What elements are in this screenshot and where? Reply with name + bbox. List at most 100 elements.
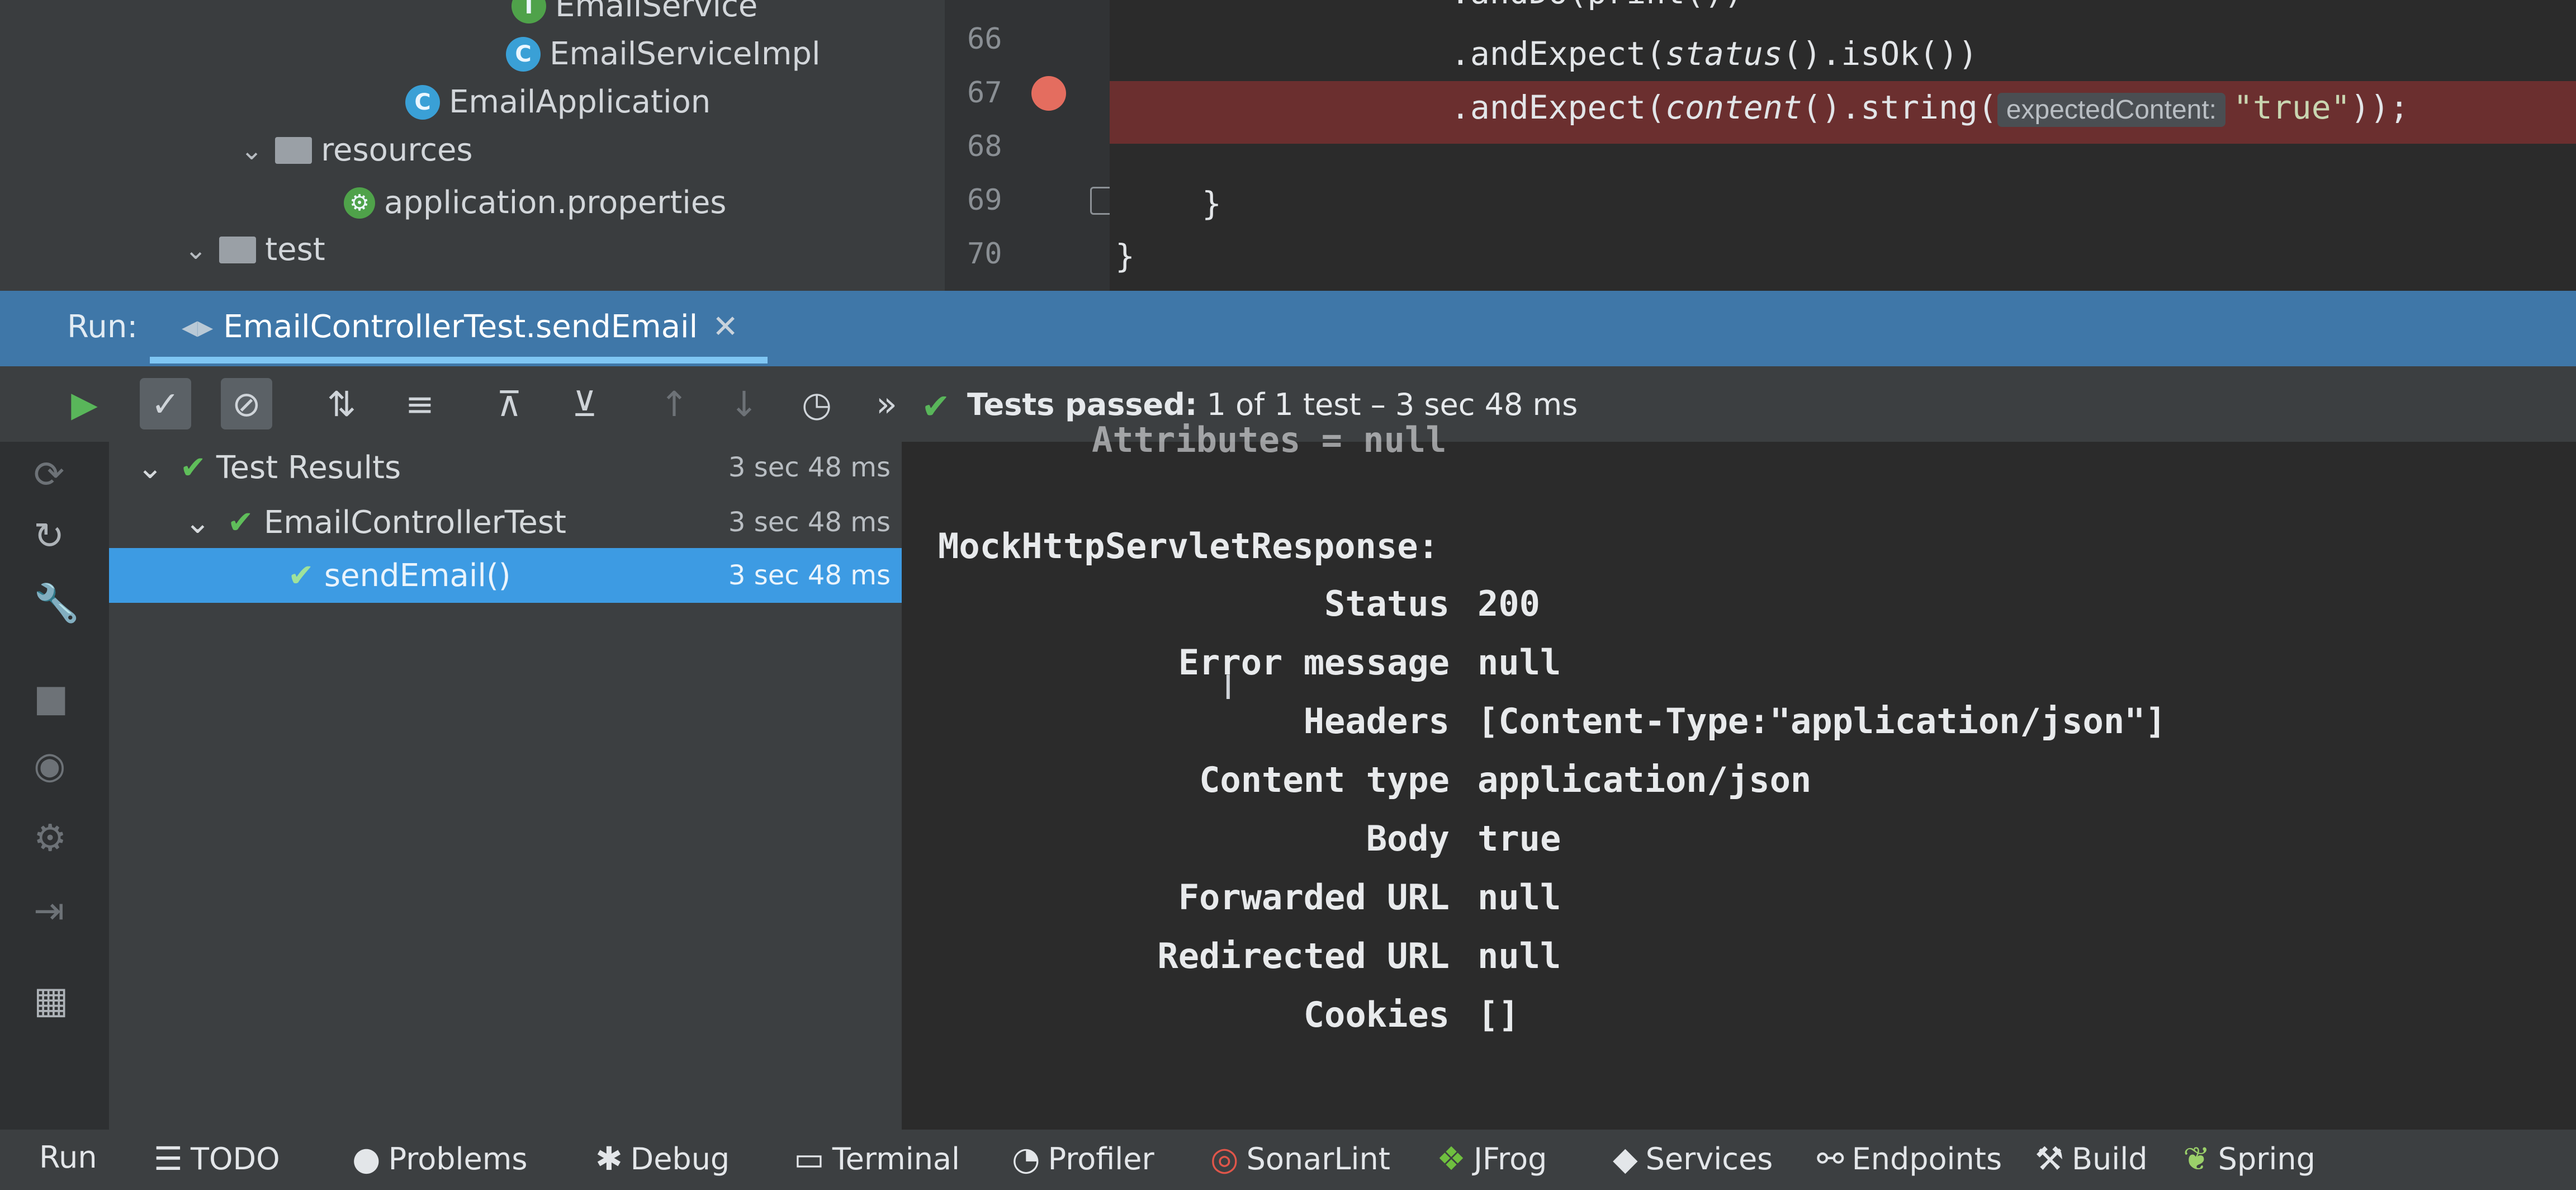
services-icon: ◆ (1613, 1140, 1638, 1178)
folder-icon (275, 136, 312, 164)
code-editor[interactable]: .andDo(print()) .andExpect(status().isOk… (1110, 0, 2576, 291)
sort-by-duration-icon[interactable]: ≡ (394, 378, 446, 429)
passed-check-icon: ✔ (227, 504, 254, 541)
test-name: EmailControllerTest (263, 504, 566, 541)
tab-terminal[interactable]: ▭ Terminal (794, 1140, 960, 1178)
camera-icon[interactable]: ◉ (34, 744, 66, 787)
tree-item-application-properties[interactable]: ⚙ application.properties (344, 185, 726, 221)
tab-build[interactable]: ⚒ Build (2035, 1140, 2148, 1178)
console-key: Error message (1178, 642, 1450, 683)
tab-jfrog[interactable]: ❖ JFrog (1437, 1140, 1547, 1178)
more-actions-icon[interactable]: » (861, 378, 912, 429)
console-output[interactable]: Attributes = null MockHttpServletRespons… (902, 419, 2576, 1130)
line-number: 68 (967, 130, 1002, 163)
exit-icon[interactable]: ⇥ (34, 889, 64, 932)
tab-spring[interactable]: ❦ Spring (2183, 1140, 2315, 1178)
test-history-icon[interactable]: ◷ (791, 378, 842, 429)
terminal-icon: ▭ (794, 1140, 825, 1178)
console-value: null (1478, 936, 1561, 976)
close-icon[interactable]: ✕ (712, 309, 738, 345)
tree-item-label: EmailServiceImpl (550, 36, 821, 72)
hammer-icon: ⚒ (2035, 1140, 2064, 1178)
test-row[interactable]: ⌄ ✔ EmailControllerTest 3 sec 48 ms (109, 495, 902, 550)
test-name: Test Results (216, 449, 401, 486)
tree-item-emailservice[interactable]: I EmailService (512, 0, 757, 24)
jfrog-icon: ❖ (1437, 1140, 1466, 1178)
next-failed-icon[interactable]: ↓ (718, 378, 770, 429)
layout-icon[interactable]: ▦ (34, 979, 68, 1022)
tree-item-label: resources (321, 132, 473, 168)
tree-item-label: EmailApplication (449, 84, 711, 120)
run-tab-title: EmailControllerTest.sendEmail (223, 309, 698, 345)
tests-status: Tests passed: 1 of 1 test – 3 sec 48 ms (967, 387, 1578, 422)
endpoints-icon: ⚯ (1817, 1140, 1844, 1178)
folder-icon (219, 236, 257, 263)
list-icon: ☰ (154, 1140, 183, 1178)
code-line-70: } (1115, 237, 1135, 275)
expand-all-icon[interactable]: ⊼ (484, 378, 535, 429)
tab-debug[interactable]: ✱ Debug (595, 1140, 730, 1178)
console-value: null (1478, 877, 1561, 918)
toggle-auto-test-icon[interactable]: ↻ (34, 514, 64, 558)
test-row[interactable]: ⌄ ✔ Test Results 3 sec 48 ms (109, 440, 902, 495)
chevron-down-icon[interactable]: ⌄ (137, 450, 163, 486)
tree-item-emailserviceimpl[interactable]: C EmailServiceImpl (506, 36, 821, 72)
chevron-down-icon[interactable]: ⌄ (240, 135, 263, 166)
console-value: 200 (1478, 583, 1540, 624)
console-heading: MockHttpServletResponse: (938, 526, 1439, 566)
console-value: [] (1478, 994, 1519, 1035)
bug-icon: ✱ (595, 1140, 623, 1178)
console-value: true (1478, 818, 1561, 859)
wrench-icon[interactable]: 🔧 (34, 582, 79, 625)
tab-endpoints[interactable]: ⚯ Endpoints (1817, 1140, 2002, 1178)
show-passed-icon[interactable]: ✓ (140, 378, 191, 429)
test-config-icon: ◂▸ (182, 309, 214, 345)
tests-passed-icon: ✔ (921, 386, 950, 427)
tree-item-test[interactable]: ⌄ test (184, 232, 325, 268)
stop-icon[interactable]: ■ (34, 677, 68, 720)
tree-item-label: test (265, 232, 325, 268)
run-side-toolbar: ⟳ ↻ 🔧 ■ ◉ ⚙ ⇥ ▦ (0, 442, 109, 1130)
tab-profiler[interactable]: ◔ Profiler (1012, 1140, 1154, 1178)
console-key: Status (1324, 583, 1450, 624)
console-key: Forwarded URL (1178, 877, 1450, 918)
chevron-down-icon[interactable]: ⌄ (184, 234, 207, 266)
show-ignored-icon[interactable]: ⊘ (221, 378, 272, 429)
chevron-down-icon[interactable]: ⌄ (184, 504, 211, 541)
tab-todo[interactable]: ☰ TODO (154, 1140, 280, 1178)
editor-gutter[interactable]: 66 67 68 69 70 (945, 0, 1110, 291)
tab-run[interactable]: Run (39, 1140, 97, 1175)
run-tab[interactable]: ◂▸ EmailControllerTest.sendEmail ✕ (182, 309, 738, 345)
rerun-icon[interactable]: ▶ (59, 378, 110, 429)
spring-leaf-icon: ❦ (2183, 1140, 2210, 1178)
collapse-all-icon[interactable]: ⊻ (559, 378, 610, 429)
properties-file-icon: ⚙ (344, 187, 375, 219)
tree-item-resources[interactable]: ⌄ resources (240, 132, 473, 168)
interface-icon: I (512, 0, 546, 23)
tab-sonarlint[interactable]: ◎ SonarLint (1210, 1140, 1390, 1178)
previous-failed-icon[interactable]: ↑ (648, 378, 700, 429)
test-name: sendEmail() (324, 557, 511, 594)
tab-services[interactable]: ◆ Services (1613, 1140, 1773, 1178)
passed-check-icon: ✔ (288, 557, 314, 594)
test-row-selected[interactable]: ✔ sendEmail() 3 sec 48 ms (109, 548, 902, 603)
breakpoint-icon[interactable] (1031, 76, 1066, 111)
rerun-failed-icon[interactable]: ⟳ (34, 453, 64, 496)
class-icon: C (506, 36, 541, 72)
settings-icon[interactable]: ⚙ (34, 816, 67, 860)
line-number: 67 (967, 76, 1002, 110)
console-key: Headers (1303, 701, 1450, 742)
line-number: 70 (967, 237, 1002, 271)
spring-app-class-icon: C (405, 84, 440, 120)
tree-item-emailapplication[interactable]: C EmailApplication (405, 84, 711, 120)
test-duration: 3 sec 48 ms (728, 507, 891, 538)
console-value: [Content-Type:"application/json"] (1478, 701, 2166, 742)
passed-check-icon: ✔ (179, 449, 206, 486)
tab-problems[interactable]: ● Problems (352, 1140, 528, 1178)
console-key: Cookies (1303, 994, 1450, 1035)
code-line-66: .andExpect(status().isOk()) (1451, 35, 1978, 73)
project-tree: I EmailService C EmailServiceImpl C Emai… (0, 0, 945, 291)
active-tab-indicator (150, 357, 768, 363)
test-duration: 3 sec 48 ms (728, 452, 891, 483)
sort-alphabetically-icon[interactable]: ⇅ (316, 378, 367, 429)
